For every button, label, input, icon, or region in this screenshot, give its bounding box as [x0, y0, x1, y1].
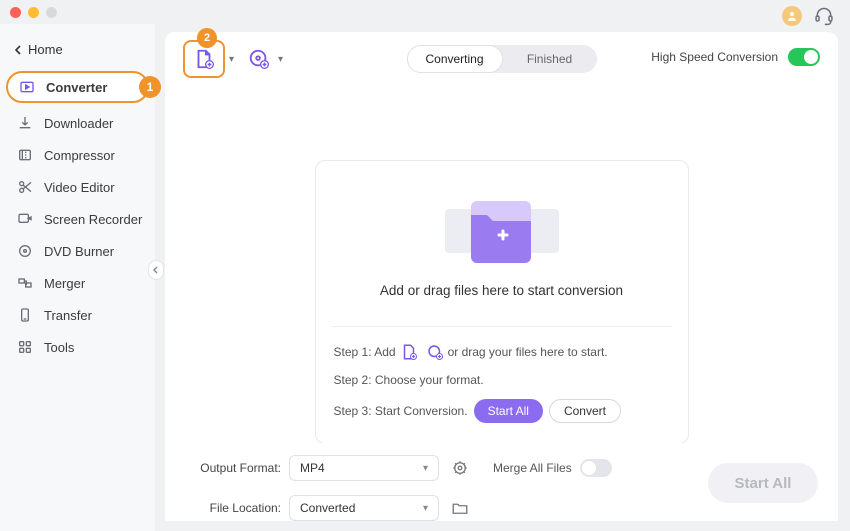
chevron-down-icon: ▾	[423, 503, 428, 514]
add-disc-dropdown-caret[interactable]: ▾	[278, 54, 283, 65]
dropzone-text: Add or drag files here to start conversi…	[326, 283, 678, 298]
nav-item-label: Merger	[44, 276, 85, 291]
tools-icon	[16, 338, 34, 356]
nav-item-downloader[interactable]: Downloader	[0, 107, 155, 139]
output-format-value: MP4	[300, 461, 325, 475]
merger-icon	[16, 274, 34, 292]
nav-item-screen-recorder[interactable]: Screen Recorder	[0, 203, 155, 235]
segment-converting[interactable]: Converting	[407, 45, 503, 73]
convert-pill-button[interactable]: Convert	[549, 399, 621, 423]
screen-recorder-icon	[16, 210, 34, 228]
dropzone[interactable]: Add or drag files here to start conversi…	[315, 160, 689, 444]
chevron-down-icon: ▾	[423, 463, 428, 474]
step-3-row: Step 3: Start Conversion. Start All Conv…	[334, 399, 670, 423]
nav-item-dvd-burner[interactable]: DVD Burner	[0, 235, 155, 267]
nav-item-label: Screen Recorder	[44, 212, 142, 227]
small-add-disc-icon[interactable]	[426, 343, 444, 361]
hsc-toggle[interactable]	[788, 48, 820, 66]
zoom-window-button[interactable]	[46, 7, 57, 18]
callout-badge-1: 1	[139, 76, 161, 98]
nav-item-transfer[interactable]: Transfer	[0, 299, 155, 331]
minimize-window-button[interactable]	[28, 7, 39, 18]
compressor-icon	[16, 146, 34, 164]
file-location-label: File Location:	[185, 501, 281, 515]
nav-item-label: Tools	[44, 340, 74, 355]
status-segmented-control: Converting Finished	[407, 45, 597, 73]
downloader-icon	[16, 114, 34, 132]
start-all-button[interactable]: Start All	[708, 463, 818, 503]
add-disc-button[interactable]	[244, 44, 274, 74]
step-3-text: Step 3: Start Conversion.	[334, 404, 468, 418]
start-all-pill-button[interactable]: Start All	[474, 399, 543, 423]
small-add-file-icon[interactable]	[400, 343, 418, 361]
output-format-label: Output Format:	[185, 461, 281, 475]
nav-item-label: Transfer	[44, 308, 92, 323]
nav-item-tools[interactable]: Tools	[0, 331, 155, 363]
merge-all-toggle[interactable]	[580, 459, 612, 477]
file-location-select[interactable]: Converted ▾	[289, 495, 439, 521]
output-format-select[interactable]: MP4 ▾	[289, 455, 439, 481]
sidebar-collapse-button[interactable]	[148, 260, 164, 280]
nav-item-merger[interactable]: Merger	[0, 267, 155, 299]
merge-all-label: Merge All Files	[493, 461, 572, 475]
nav-item-label: Converter	[46, 80, 107, 95]
nav-item-compressor[interactable]: Compressor	[0, 139, 155, 171]
support-icon[interactable]	[814, 6, 834, 26]
segment-finished[interactable]: Finished	[503, 45, 597, 73]
nav-item-video-editor[interactable]: Video Editor	[0, 171, 155, 203]
dropzone-divider	[332, 326, 672, 327]
step-2-row: Step 2: Choose your format.	[334, 373, 670, 387]
avatar-icon[interactable]	[782, 6, 802, 26]
merge-all-wrapper: Merge All Files	[493, 459, 612, 477]
step-1-suffix: or drag your files here to start.	[448, 345, 608, 359]
top-right-icons	[782, 6, 834, 26]
add-file-dropdown-caret[interactable]: ▾	[229, 54, 234, 65]
step-1-row: Step 1: Add or drag your files here to s…	[334, 343, 670, 361]
output-format-row: Output Format: MP4 ▾ Merge All Files	[185, 455, 612, 481]
main-panel: 2 ▾ ▾ Converting Finished High Speed Con…	[165, 32, 838, 521]
output-settings-icon[interactable]	[449, 457, 471, 479]
add-file-icon	[193, 48, 215, 70]
add-disc-icon	[248, 48, 270, 70]
high-speed-conversion: High Speed Conversion	[651, 48, 820, 66]
home-label: Home	[28, 42, 63, 57]
callout-badge-2: 2	[197, 28, 217, 48]
nav-item-label: DVD Burner	[44, 244, 114, 259]
add-file-button[interactable]: 2	[183, 40, 225, 78]
titlebar	[0, 0, 850, 24]
nav-item-label: Video Editor	[44, 180, 115, 195]
dropzone-steps: Step 1: Add or drag your files here to s…	[316, 343, 688, 423]
home-back-button[interactable]: Home	[0, 36, 155, 63]
file-location-value: Converted	[300, 501, 355, 515]
folder-plus-icon	[326, 189, 678, 269]
toolbar: 2 ▾ ▾ Converting Finished High Speed Con…	[165, 32, 838, 86]
transfer-icon	[16, 306, 34, 324]
step-1-prefix: Step 1: Add	[334, 345, 396, 359]
converter-icon	[18, 78, 36, 96]
bottom-bar: Output Format: MP4 ▾ Merge All Files Fil…	[165, 443, 838, 521]
nav-item-label: Compressor	[44, 148, 115, 163]
dvd-burner-icon	[16, 242, 34, 260]
nav-item-converter[interactable]: Converter 1	[6, 71, 149, 103]
sidebar: Home Converter 1 Downloader Compressor	[0, 24, 155, 531]
nav-item-label: Downloader	[44, 116, 113, 131]
video-editor-icon	[16, 178, 34, 196]
dropzone-top: Add or drag files here to start conversi…	[316, 161, 688, 316]
nav-list: Converter 1 Downloader Compressor Video …	[0, 71, 155, 363]
open-folder-icon[interactable]	[449, 497, 471, 519]
file-location-row: File Location: Converted ▾	[185, 495, 612, 521]
hsc-label: High Speed Conversion	[651, 50, 778, 64]
close-window-button[interactable]	[10, 7, 21, 18]
step-2-text: Step 2: Choose your format.	[334, 373, 484, 387]
bottom-left-group: Output Format: MP4 ▾ Merge All Files Fil…	[185, 455, 612, 521]
